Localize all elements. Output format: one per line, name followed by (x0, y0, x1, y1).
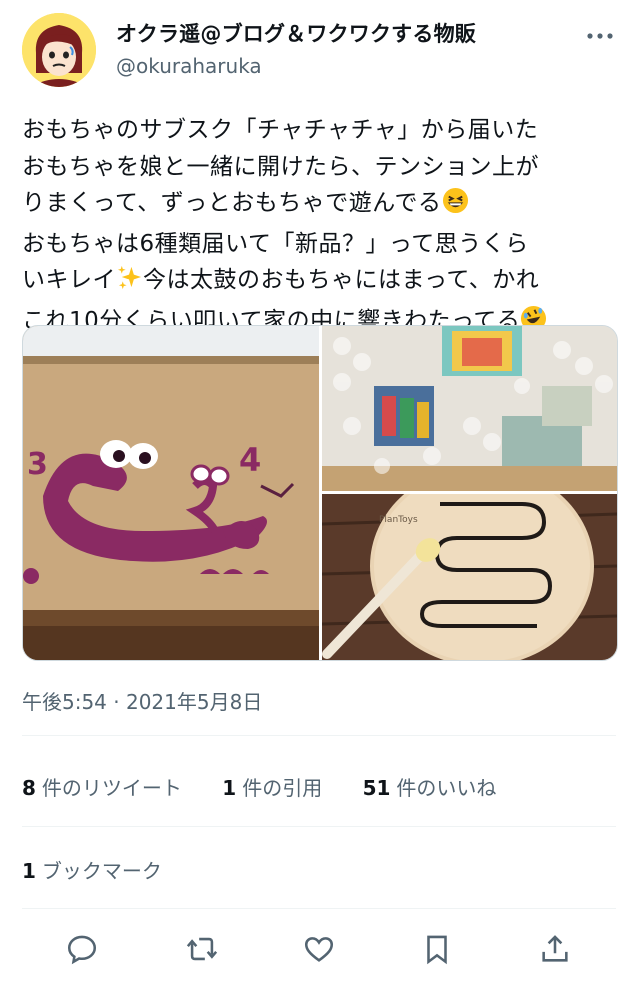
retweets-count: 8 (22, 776, 36, 800)
box-number-3: 3 (27, 447, 48, 482)
quotes-stat[interactable]: 1 件の引用 (222, 772, 322, 801)
retweet-icon[interactable] (185, 932, 219, 966)
tweet-line: おもちゃを娘と一緒に開けたら、テンション上が (22, 153, 539, 180)
likes-count: 51 (362, 776, 391, 800)
quotes-label: 件の引用 (242, 776, 323, 800)
bookmarks-count: 1 (22, 859, 36, 883)
divider (22, 908, 616, 909)
like-heart-icon[interactable] (302, 932, 336, 966)
divider (22, 826, 616, 827)
tweet-header: オクラ遥@ブログ＆ワクワクする物販 @okuraharuka (0, 0, 640, 100)
box-number-4: 4 (239, 441, 261, 479)
bookmark-icon[interactable] (420, 932, 454, 966)
tweet-line: おもちゃは6種類届いて「新品？」って思うくら (22, 230, 529, 257)
divider (22, 735, 616, 736)
quotes-count: 1 (222, 776, 237, 800)
photo-wooden-drum[interactable]: PlanToys (321, 466, 617, 660)
display-name[interactable]: オクラ遥@ブログ＆ワクワクする物販 (116, 18, 476, 48)
sparkles-icon (116, 264, 143, 303)
photo-toys-bubble-wrap[interactable] (322, 326, 617, 491)
bookmarks-label: ブックマーク (41, 859, 162, 883)
retweets-label: 件のリツイート (41, 776, 182, 800)
tweet-text: おもちゃのサブスク「チャチャチャ」から届いた おもちゃを娘と一緒に開けたら、テン… (22, 112, 622, 343)
tweet-line: 今は太鼓のおもちゃにはまって、かれ (143, 267, 540, 293)
media-grid: 3 4 PlanToys (22, 325, 618, 661)
share-icon[interactable] (538, 932, 572, 966)
grinning-squinting-face-icon (442, 187, 469, 226)
cartoon-girl-avatar-icon (22, 13, 96, 87)
reply-icon[interactable] (65, 932, 99, 966)
tweet-timestamp[interactable]: 午後5:54 · 2021年5月8日 (22, 686, 262, 715)
retweets-stat[interactable]: 8 件のリツイート (22, 772, 182, 801)
photo-cardboard-box[interactable]: 3 4 (23, 326, 319, 660)
more-options-icon[interactable] (584, 24, 616, 48)
tweet-line: りまくって、ずっとおもちゃで遊んでる (22, 190, 442, 216)
tweet-line: いキレイ (22, 267, 116, 293)
avatar[interactable] (22, 13, 96, 87)
action-bar (0, 918, 640, 978)
bookmarks-stat[interactable]: 1 ブックマーク (22, 855, 162, 884)
likes-label: 件のいいね (396, 776, 497, 800)
tweet-stats: 8 件のリツイート 1 件の引用 51 件のいいね (22, 772, 530, 801)
likes-stat[interactable]: 51 件のいいね (363, 772, 497, 801)
tweet-line: おもちゃのサブスク「チャチャチャ」から届いた (22, 117, 539, 143)
drum-brand-label: PlanToys (379, 515, 418, 525)
user-handle[interactable]: @okuraharuka (116, 54, 262, 78)
